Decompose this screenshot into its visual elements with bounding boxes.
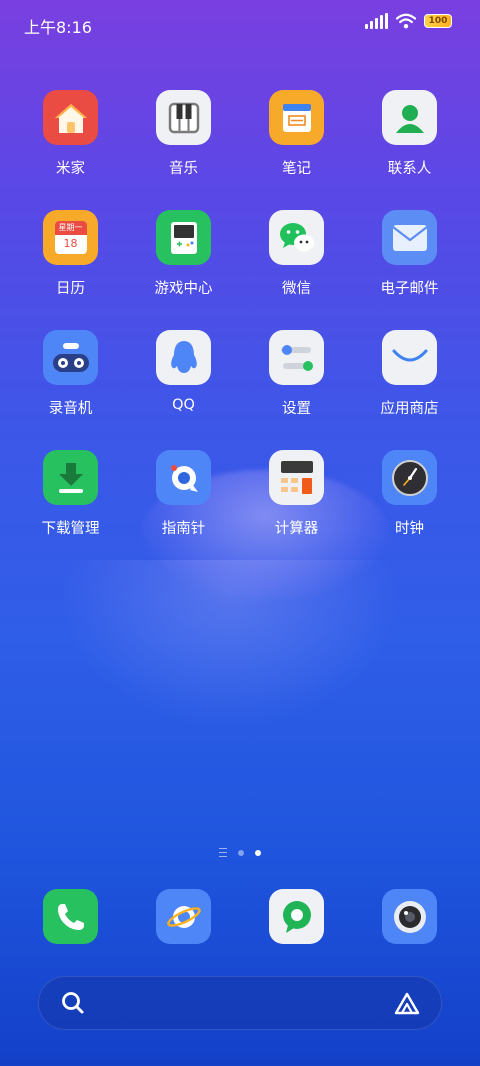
calendar-date: 18 xyxy=(63,237,78,250)
phone-icon xyxy=(43,889,98,944)
battery-level-text: 100 xyxy=(428,16,448,26)
app-email[interactable]: 电子邮件 xyxy=(353,210,466,298)
app-label: 录音机 xyxy=(48,401,93,417)
app-music[interactable]: 音乐 xyxy=(127,90,240,178)
app-label: 游戏中心 xyxy=(154,281,213,297)
search-icon[interactable] xyxy=(61,991,85,1017)
dock-phone[interactable] xyxy=(14,889,127,944)
settings-toggles-icon xyxy=(269,330,324,385)
app-compass[interactable]: 指南针 xyxy=(127,450,240,538)
app-mijia[interactable]: 米家 xyxy=(14,90,127,178)
calculator-icon xyxy=(269,450,324,505)
contact-person-icon xyxy=(382,90,437,145)
app-grid: 米家 音乐 笔记 联系人 星期一 18 日历 游戏中心 微信 电子邮件 录音机 … xyxy=(14,90,466,538)
calendar-weekday: 星期一 xyxy=(54,221,87,235)
app-qq[interactable]: QQ xyxy=(127,330,240,418)
app-notes[interactable]: 笔记 xyxy=(240,90,353,178)
battery-icon: 100 xyxy=(424,14,452,28)
status-time: 上午8:16 xyxy=(24,18,92,37)
status-bar: 上午8:16 100 xyxy=(0,0,480,46)
app-label: 音乐 xyxy=(169,161,198,177)
app-store-bag-icon xyxy=(382,330,437,385)
app-clock[interactable]: 时钟 xyxy=(353,450,466,538)
page-dot-1[interactable] xyxy=(238,849,244,856)
calendar-icon: 星期一 18 xyxy=(43,210,98,265)
page-dot-2[interactable] xyxy=(255,849,261,856)
piano-icon xyxy=(156,90,211,145)
assistant-icon[interactable] xyxy=(393,991,421,1017)
app-contacts[interactable]: 联系人 xyxy=(353,90,466,178)
mail-envelope-icon xyxy=(382,210,437,265)
wechat-icon xyxy=(269,210,324,265)
download-arrow-icon xyxy=(43,450,98,505)
dock xyxy=(14,889,466,944)
status-icons: 100 xyxy=(365,13,452,29)
app-label: 时钟 xyxy=(395,521,424,537)
notepad-icon xyxy=(269,90,324,145)
page-menu-icon[interactable] xyxy=(219,848,227,857)
search-bar[interactable] xyxy=(38,976,442,1030)
dock-messages[interactable] xyxy=(240,889,353,944)
app-download-manager[interactable]: 下载管理 xyxy=(14,450,127,538)
app-label: 笔记 xyxy=(282,161,311,177)
compass-icon xyxy=(156,450,211,505)
app-label: 米家 xyxy=(56,161,85,177)
app-calendar[interactable]: 星期一 18 日历 xyxy=(14,210,127,298)
app-settings[interactable]: 设置 xyxy=(240,330,353,418)
app-label: 联系人 xyxy=(387,161,432,177)
app-label: 微信 xyxy=(282,281,311,297)
app-label: 指南针 xyxy=(161,521,206,537)
message-bubble-icon xyxy=(269,889,324,944)
app-label: 计算器 xyxy=(274,521,319,537)
qq-penguin-icon xyxy=(156,330,211,385)
app-game-center[interactable]: 游戏中心 xyxy=(127,210,240,298)
dock-browser[interactable] xyxy=(127,889,240,944)
app-label: 应用商店 xyxy=(380,401,439,417)
app-label: 日历 xyxy=(56,281,85,297)
wifi-icon xyxy=(396,13,416,29)
camera-icon xyxy=(382,889,437,944)
app-store[interactable]: 应用商店 xyxy=(353,330,466,418)
browser-planet-icon xyxy=(156,889,211,944)
dock-camera[interactable] xyxy=(353,889,466,944)
page-indicator[interactable] xyxy=(0,848,480,857)
recorder-robot-icon xyxy=(43,330,98,385)
app-label: QQ xyxy=(172,397,195,413)
app-recorder[interactable]: 录音机 xyxy=(14,330,127,418)
wallpaper-jellyfish-tentacles xyxy=(60,560,400,730)
clock-icon xyxy=(382,450,437,505)
app-label: 下载管理 xyxy=(41,521,100,537)
app-wechat[interactable]: 微信 xyxy=(240,210,353,298)
app-calculator[interactable]: 计算器 xyxy=(240,450,353,538)
gameboy-icon xyxy=(156,210,211,265)
app-label: 电子邮件 xyxy=(380,281,439,297)
cellular-signal-icon xyxy=(365,13,388,29)
app-label: 设置 xyxy=(282,401,311,417)
house-icon xyxy=(43,90,98,145)
